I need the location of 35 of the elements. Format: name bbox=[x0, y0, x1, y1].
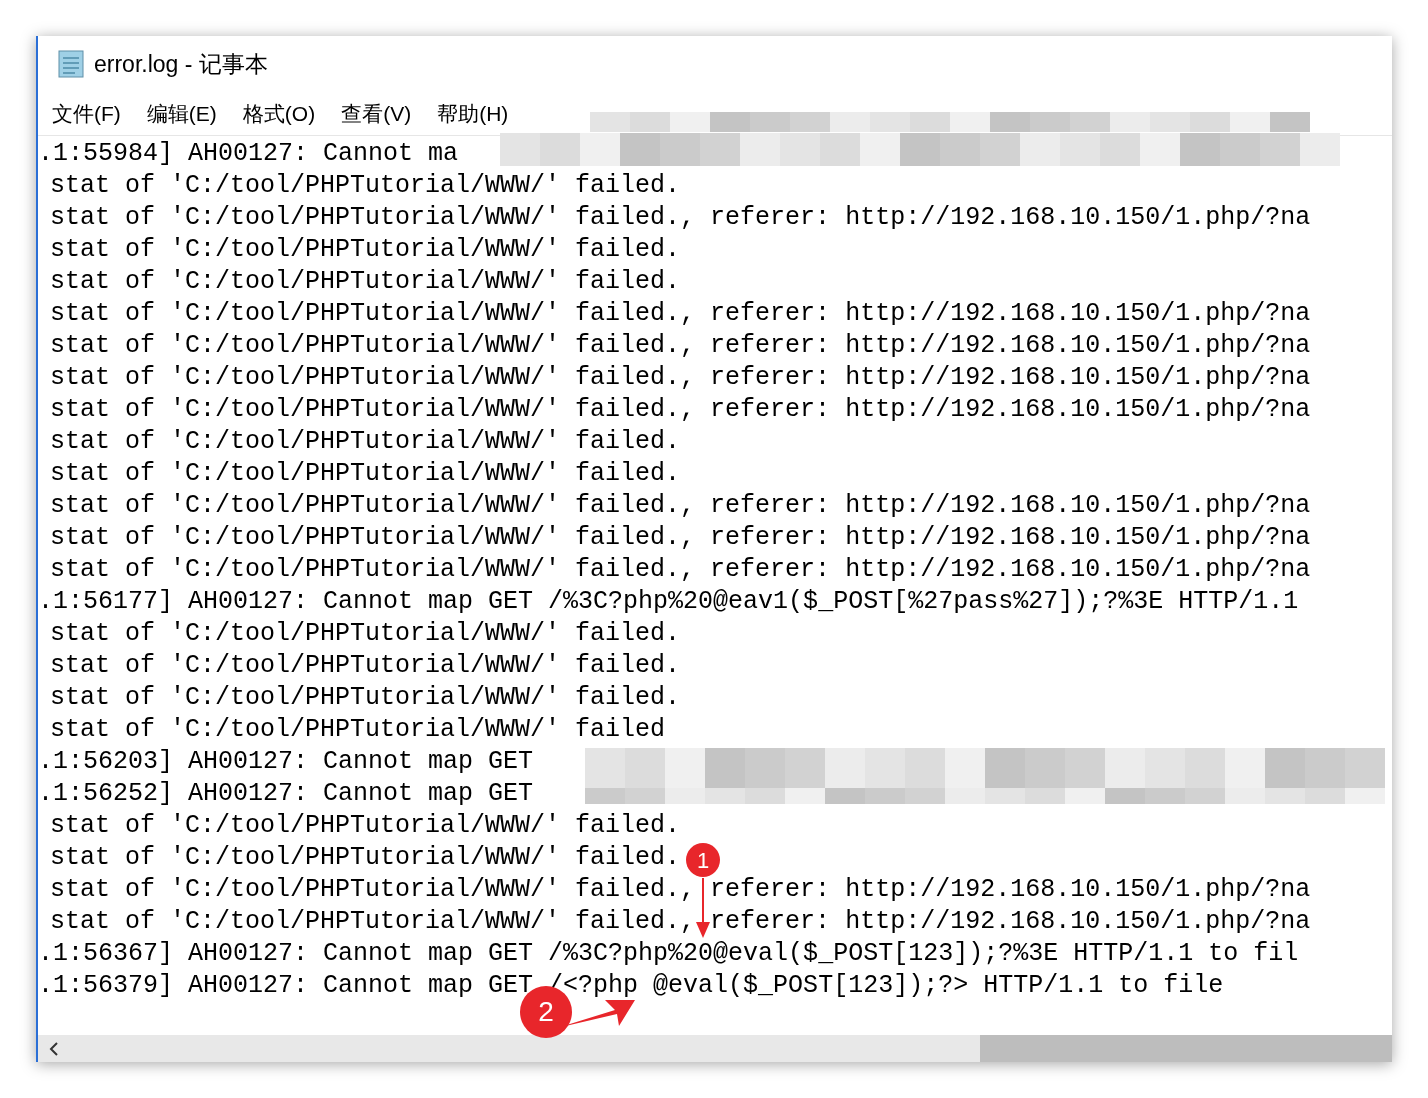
log-line: stat of 'C:/tool/PHPTutorial/WWW/' failed., referer: http://192.168.10.150/1.php/?na bbox=[50, 331, 1311, 360]
log-line: stat of 'C:/tool/PHPTutorial/WWW/' failed. bbox=[50, 683, 681, 712]
log-line: stat of 'C:/tool/PHPTutorial/WWW/' failed. bbox=[50, 427, 681, 456]
menu-item[interactable]: 编辑(E) bbox=[146, 97, 217, 130]
log-line: stat of 'C:/tool/PHPTutorial/WWW/' failed. bbox=[50, 651, 681, 680]
log-line: stat of 'C:/tool/PHPTutorial/WWW/' failed. bbox=[50, 811, 681, 840]
scrollbar-thumb[interactable] bbox=[980, 1035, 1392, 1062]
menu-item[interactable]: 文件(F) bbox=[52, 97, 121, 130]
arrow bbox=[696, 878, 710, 938]
log-line: stat of 'C:/tool/PHPTutorial/WWW/' failed., referer: http://192.168.10.150/1.php/?na bbox=[50, 555, 1311, 584]
window-title: error.log - 记事本 bbox=[94, 49, 268, 79]
menu-item[interactable]: 格式(O) bbox=[242, 97, 316, 130]
log-line: .1:56367] AH00127: Cannot map GET /%3C?php%20@eval($_POST[123]);?%3E HTTP/1.1 to fil bbox=[38, 939, 1299, 968]
log-line: stat of 'C:/tool/PHPTutorial/WWW/' failed. bbox=[50, 619, 681, 648]
log-line: .1:56252] AH00127: Cannot map GET bbox=[38, 779, 534, 808]
log-line: stat of 'C:/tool/PHPTutorial/WWW/' failed. bbox=[50, 459, 681, 488]
log-line: .1:55984] AH00127: Cannot ma bbox=[38, 139, 459, 168]
log-line: stat of 'C:/tool/PHPTutorial/WWW/' failed., referer: http://192.168.10.150/1.php/?na bbox=[50, 875, 1311, 904]
menu-item[interactable]: 帮助(H) bbox=[437, 97, 509, 130]
log-line: stat of 'C:/tool/PHPTutorial/WWW/' failed. bbox=[50, 843, 681, 872]
log-line: stat of 'C:/tool/PHPTutorial/WWW/' failed., referer: http://192.168.10.150/1.php/?na bbox=[50, 299, 1311, 328]
log-line: stat of 'C:/tool/PHPTutorial/WWW/' failed., referer: http://192.168.10.150/1.php/?na bbox=[50, 395, 1311, 424]
log-line: stat of 'C:/tool/PHPTutorial/WWW/' failed. bbox=[50, 171, 681, 200]
log-line: stat of 'C:/tool/PHPTutorial/WWW/' failed., referer: http://192.168.10.150/1.php/?na bbox=[50, 491, 1311, 520]
log-line: stat of 'C:/tool/PHPTutorial/WWW/' failed. bbox=[50, 235, 681, 264]
log-line: stat of 'C:/tool/PHPTutorial/WWW/' failed. bbox=[50, 267, 681, 296]
notepad-icon bbox=[56, 49, 86, 79]
log-line: stat of 'C:/tool/PHPTutorial/WWW/' failed., referer: http://192.168.10.150/1.php/?na bbox=[50, 203, 1311, 232]
log-line: stat of 'C:/tool/PHPTutorial/WWW/' failed., referer: http://192.168.10.150/1.php/?na bbox=[50, 523, 1311, 552]
menu-item[interactable]: 查看(V) bbox=[341, 97, 412, 130]
log-line: stat of 'C:/tool/PHPTutorial/WWW/' failed., referer: http://192.168.10.150/1.php/?na bbox=[50, 907, 1311, 936]
log-line: stat of 'C:/tool/PHPTutorial/WWW/' failed., referer: http://192.168.10.150/1.php/?na bbox=[50, 363, 1311, 392]
log-line: .1:56203] AH00127: Cannot map GET bbox=[38, 747, 534, 776]
log-line: .1:56177] AH00127: Cannot map GET /%3C?php%20@eav1($_POST[%27pass%27]);?%3E HTTP/1.1 bbox=[38, 587, 1299, 616]
log-line: stat of 'C:/tool/PHPTutorial/WWW/' failed bbox=[50, 715, 666, 744]
